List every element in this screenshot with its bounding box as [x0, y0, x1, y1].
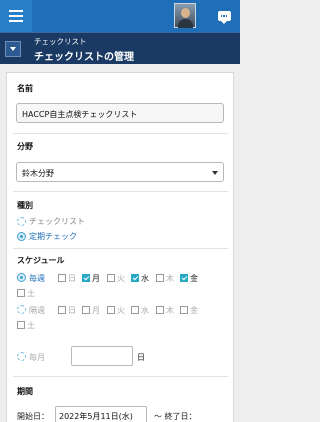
checklist-form: 名前 HACCP自主点検チェックリスト 分野 鈴木分野 種別 チェックリスト 定… [6, 72, 234, 422]
page-header: チェックリスト チェックリストの管理 [0, 32, 240, 64]
weekly-tue-label: 火 [117, 274, 125, 283]
schedule-biweekly-label: 隔週 [29, 306, 45, 315]
app-header [0, 0, 240, 32]
weekly-wed-label: 水 [141, 274, 149, 283]
divider [13, 248, 228, 249]
schedule-label: スケジュール [17, 256, 65, 265]
radio-selected-icon [17, 232, 26, 241]
biweekly-sun-checkbox[interactable] [58, 306, 66, 314]
end-date-label: ～ 終了日： [154, 412, 197, 421]
biweekly-sun-label: 日 [68, 306, 76, 315]
biweekly-thu-checkbox[interactable] [156, 306, 164, 314]
biweekly-mon-label: 月 [92, 306, 100, 315]
type-option-label: 定期チェック [29, 232, 77, 241]
biweekly-mon-checkbox[interactable] [82, 306, 90, 314]
type-option-periodic[interactable]: 定期チェック [17, 231, 77, 242]
schedule-weekly-radio[interactable] [17, 273, 26, 282]
caret-down-icon [212, 171, 218, 175]
biweekly-wed-label: 水 [141, 306, 149, 315]
page-title: チェックリストの管理 [34, 52, 134, 63]
category-select[interactable]: 鈴木分野 [16, 162, 224, 182]
category-label: 分野 [17, 142, 33, 151]
biweekly-fri-label: 金 [190, 306, 198, 315]
schedule-biweekly-radio[interactable] [17, 305, 26, 314]
weekly-mon-label: 月 [92, 274, 100, 283]
type-option-label: チェックリスト [29, 217, 85, 226]
weekly-wed-checkbox[interactable] [131, 274, 139, 282]
weekly-sun-label: 日 [68, 274, 76, 283]
schedule-monthly-label: 毎月 [29, 353, 45, 362]
name-label: 名前 [17, 84, 33, 93]
weekly-tue-checkbox[interactable] [107, 274, 115, 282]
divider [13, 133, 228, 134]
hamburger-menu-icon[interactable] [0, 0, 32, 32]
category-select-value: 鈴木分野 [22, 169, 54, 178]
chevron-down-icon [10, 47, 16, 51]
start-date-label: 開始日： [17, 412, 49, 421]
schedule-monthly-radio[interactable] [17, 352, 26, 361]
radio-icon [17, 217, 26, 226]
monthly-day-input[interactable] [71, 346, 133, 366]
biweekly-fri-checkbox[interactable] [180, 306, 188, 314]
weekly-fri-checkbox[interactable] [180, 274, 188, 282]
biweekly-wed-checkbox[interactable] [131, 306, 139, 314]
weekly-sat-label: 土 [27, 289, 35, 298]
dropdown-toggle-button[interactable] [5, 41, 21, 57]
divider [13, 376, 228, 377]
weekly-fri-label: 金 [190, 274, 198, 283]
name-input[interactable]: HACCP自主点検チェックリスト [16, 103, 224, 123]
start-date-input[interactable]: 2022年5月11日(水) [55, 406, 147, 422]
biweekly-thu-label: 木 [166, 306, 174, 315]
biweekly-tue-checkbox[interactable] [107, 306, 115, 314]
chat-icon[interactable] [208, 0, 240, 32]
type-label: 種別 [17, 201, 33, 210]
period-label: 期間 [17, 387, 33, 396]
schedule-weekly-label: 毎週 [29, 274, 45, 283]
weekly-mon-checkbox[interactable] [82, 274, 90, 282]
user-avatar[interactable] [174, 3, 196, 28]
weekly-sat-checkbox[interactable] [17, 289, 25, 297]
biweekly-sat-checkbox[interactable] [17, 321, 25, 329]
weekly-sun-checkbox[interactable] [58, 274, 66, 282]
biweekly-tue-label: 火 [117, 306, 125, 315]
divider [13, 191, 228, 192]
monthly-day-suffix: 日 [137, 353, 145, 362]
biweekly-sat-label: 土 [27, 321, 35, 330]
breadcrumb[interactable]: チェックリスト [34, 36, 87, 47]
type-option-checklist[interactable]: チェックリスト [17, 216, 85, 227]
weekly-thu-label: 木 [166, 274, 174, 283]
weekly-thu-checkbox[interactable] [156, 274, 164, 282]
